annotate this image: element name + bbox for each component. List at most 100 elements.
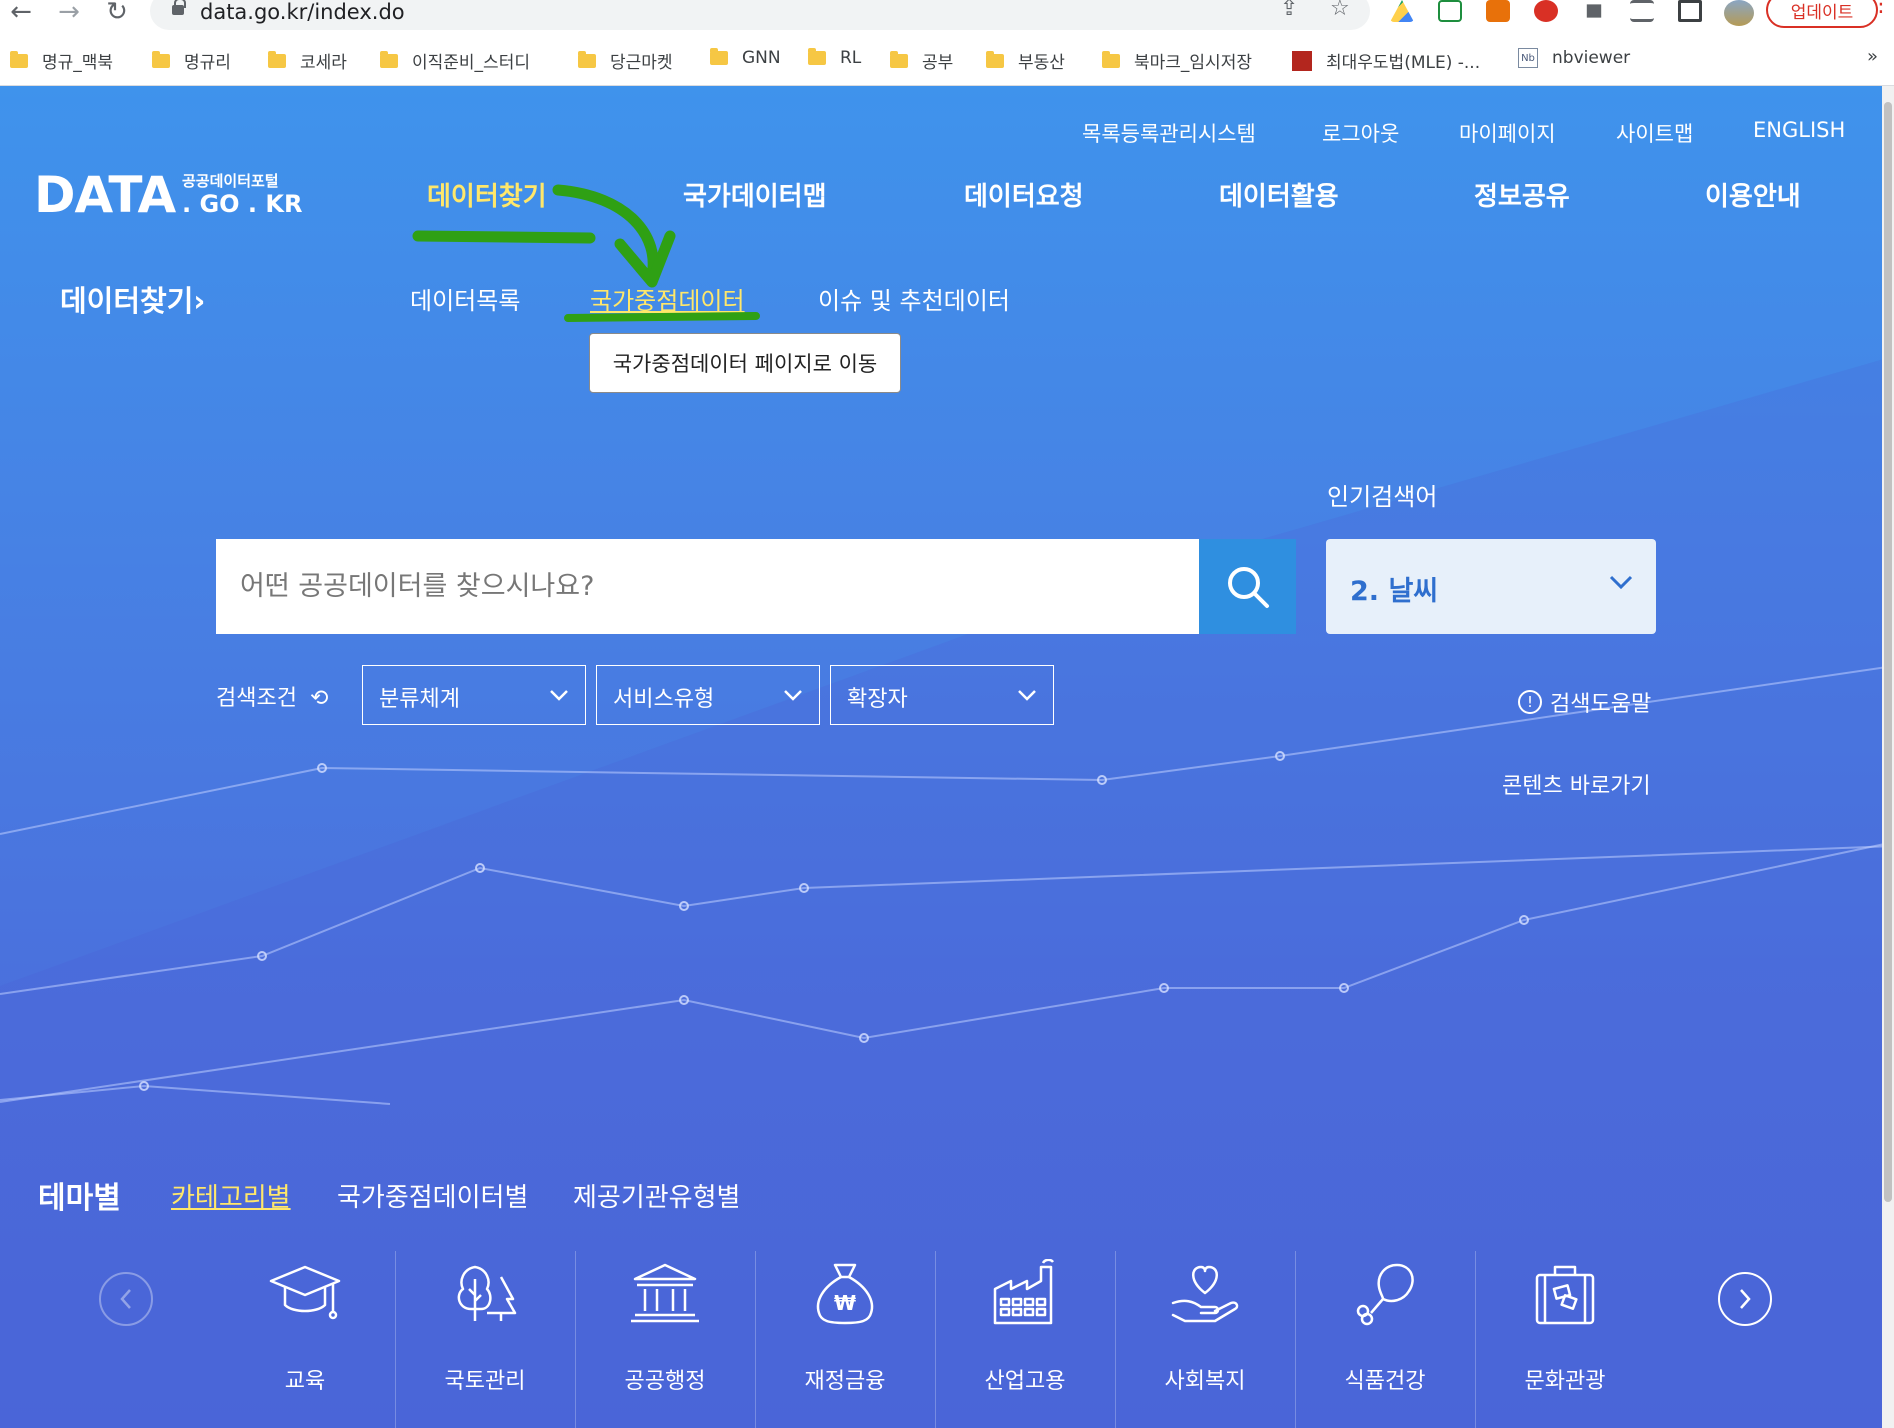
category-food-health[interactable]: 식품건강	[1295, 1251, 1475, 1428]
side-panel-icon[interactable]	[1678, 0, 1702, 22]
subnav-issue-recommend[interactable]: 이슈 및 추천데이터	[818, 281, 1010, 316]
carousel-next-button[interactable]	[1718, 1272, 1772, 1326]
tab-category[interactable]: 카테고리별	[171, 1177, 291, 1214]
bookmark-item[interactable]: 최대우도법(MLE) -...	[1292, 48, 1480, 73]
chevron-right-icon: ›	[193, 284, 206, 318]
subnav-data-list[interactable]: 데이터목록	[410, 281, 520, 316]
gnb-info-share[interactable]: 정보공유	[1474, 176, 1570, 213]
share-icon[interactable]: ⇪	[1280, 0, 1298, 21]
reading-list-icon[interactable]	[1630, 0, 1654, 22]
reset-icon[interactable]: ⟲	[310, 686, 328, 711]
bookmark-item[interactable]: 당근마켓	[578, 48, 673, 73]
search-input[interactable]	[216, 539, 1199, 634]
gnb-national-data-map[interactable]: 국가데이터맵	[683, 176, 827, 213]
category-welfare[interactable]: 사회복지	[1115, 1251, 1295, 1428]
gnb-guide[interactable]: 이용안내	[1705, 176, 1801, 213]
category-land[interactable]: 국토관리	[395, 1251, 575, 1428]
popular-keywords-dropdown[interactable]: 2. 날씨	[1326, 539, 1656, 634]
folder-icon	[152, 50, 170, 68]
gnb-find-data[interactable]: 데이터찾기	[427, 176, 547, 213]
kebab-menu-icon[interactable]: ⋮	[1870, 0, 1892, 26]
sheets-extension-icon[interactable]	[1438, 0, 1462, 22]
profile-avatar[interactable]	[1724, 0, 1754, 26]
folder-icon	[890, 50, 908, 68]
ex-extension-icon[interactable]	[1486, 0, 1510, 22]
search-condition-label: 검색조건 ⟲	[216, 686, 329, 711]
util-nav-mypage[interactable]: 마이페이지	[1459, 118, 1556, 148]
category-education[interactable]: 교육	[215, 1251, 395, 1428]
drive-extension-icon[interactable]	[1390, 0, 1414, 22]
bookmark-item[interactable]: 코세라	[268, 48, 347, 73]
section-title: 데이터찾기›	[60, 284, 206, 318]
bookmark-item[interactable]: 명규_맥북	[10, 48, 113, 73]
category-culture-tourism[interactable]: 문화관광	[1475, 1251, 1655, 1428]
folder-icon	[578, 50, 596, 68]
search-help-link[interactable]: ! 검색도움말	[1518, 686, 1651, 718]
bookmark-item[interactable]: 부동산	[986, 48, 1065, 73]
subnav-national-key-data[interactable]: 국가중점데이터	[590, 281, 745, 316]
chevron-down-icon	[784, 690, 802, 701]
site-logo[interactable]: DATA 공공데이터포털 . GO . KR	[34, 166, 302, 224]
adblock-extension-icon[interactable]	[1534, 0, 1558, 22]
page: 목록등록관리시스템 로그아웃 마이페이지 사이트맵 ENGLISH DATA 공…	[0, 86, 1894, 1428]
star-icon[interactable]: ☆	[1330, 0, 1350, 21]
forward-icon[interactable]: →	[54, 0, 84, 27]
folder-icon	[710, 48, 728, 65]
bookmarks-more-icon[interactable]: »	[1867, 46, 1878, 67]
search-button[interactable]	[1199, 539, 1296, 634]
bookmark-item[interactable]: 공부	[890, 48, 953, 73]
logo-sub-bottom: . GO . KR	[182, 190, 303, 218]
content-shortcut-link[interactable]: 콘텐츠 바로가기	[1502, 768, 1651, 800]
bookmark-item[interactable]: 북마크_임시저장	[1102, 48, 1252, 73]
browser-chrome: ← → ↻ data.go.kr/index.do ⇪ ☆ 업데이트 ⋮ 명규_…	[0, 0, 1894, 86]
category-industry[interactable]: 산업고용	[935, 1251, 1115, 1428]
trees-icon	[457, 1265, 517, 1321]
gnb-data-request[interactable]: 데이터요청	[964, 176, 1084, 213]
folder-icon	[380, 50, 398, 68]
back-icon[interactable]: ←	[6, 0, 36, 27]
popular-keywords-label: 인기검색어	[1327, 483, 1438, 511]
bookmark-item[interactable]: 이직준비_스터디	[380, 48, 530, 73]
select-classification[interactable]: 분류체계	[362, 665, 586, 725]
util-nav-english[interactable]: ENGLISH	[1753, 118, 1845, 142]
scrollbar-thumb[interactable]	[1884, 102, 1892, 1202]
category-public-admin[interactable]: 공공행정	[575, 1251, 755, 1428]
select-service-type[interactable]: 서비스유형	[596, 665, 820, 725]
bookmark-item[interactable]: 명규리	[152, 48, 231, 73]
heart-hand-icon	[1171, 1265, 1239, 1323]
gnb-data-use[interactable]: 데이터활용	[1219, 176, 1339, 213]
suitcase-icon	[1535, 1265, 1595, 1325]
util-nav-sitemap[interactable]: 사이트맵	[1616, 118, 1693, 148]
select-extension[interactable]: 확장자	[830, 665, 1054, 725]
bookmarks-bar: 명규_맥북 명규리 코세라 이직준비_스터디 당근마켓 GNN RL 공부 부동…	[0, 40, 1894, 76]
bookmark-item[interactable]: RL	[808, 48, 861, 68]
drumstick-icon	[1356, 1263, 1414, 1326]
address-url[interactable]: data.go.kr/index.do	[200, 0, 405, 24]
address-bar[interactable]: data.go.kr/index.do ⇪ ☆	[150, 0, 1370, 30]
search-icon	[1227, 566, 1269, 608]
folder-icon	[808, 48, 826, 65]
chevron-left-icon	[120, 1289, 131, 1309]
util-nav-registry[interactable]: 목록등록관리시스템	[1082, 118, 1256, 148]
update-button[interactable]: 업데이트	[1766, 0, 1878, 28]
popular-keyword-value: 2. 날씨	[1350, 576, 1439, 607]
bookmark-item[interactable]: GNN	[710, 48, 781, 68]
money-bag-icon: ₩	[816, 1263, 874, 1325]
search-box	[216, 539, 1199, 634]
chevron-down-icon	[550, 690, 568, 701]
carousel-prev-button[interactable]	[99, 1272, 153, 1326]
puzzle-extension-icon[interactable]	[1586, 4, 1602, 18]
svg-text:₩: ₩	[834, 1291, 856, 1315]
lock-icon	[172, 0, 186, 15]
nbviewer-favicon: Nb	[1518, 48, 1538, 68]
category-finance[interactable]: ₩ 재정금융	[755, 1251, 935, 1428]
government-building-icon	[631, 1263, 699, 1323]
util-nav-logout[interactable]: 로그아웃	[1322, 118, 1399, 148]
tab-provider-type[interactable]: 제공기관유형별	[573, 1177, 740, 1214]
page-scrollbar[interactable]	[1882, 86, 1894, 1428]
tooltip: 국가중점데이터 페이지로 이동	[589, 333, 901, 393]
tab-national-key-data[interactable]: 국가중점데이터별	[337, 1177, 528, 1214]
reload-icon[interactable]: ↻	[102, 0, 132, 27]
bookmark-favicon	[1292, 50, 1312, 71]
bookmark-item[interactable]: Nb nbviewer	[1518, 48, 1630, 68]
